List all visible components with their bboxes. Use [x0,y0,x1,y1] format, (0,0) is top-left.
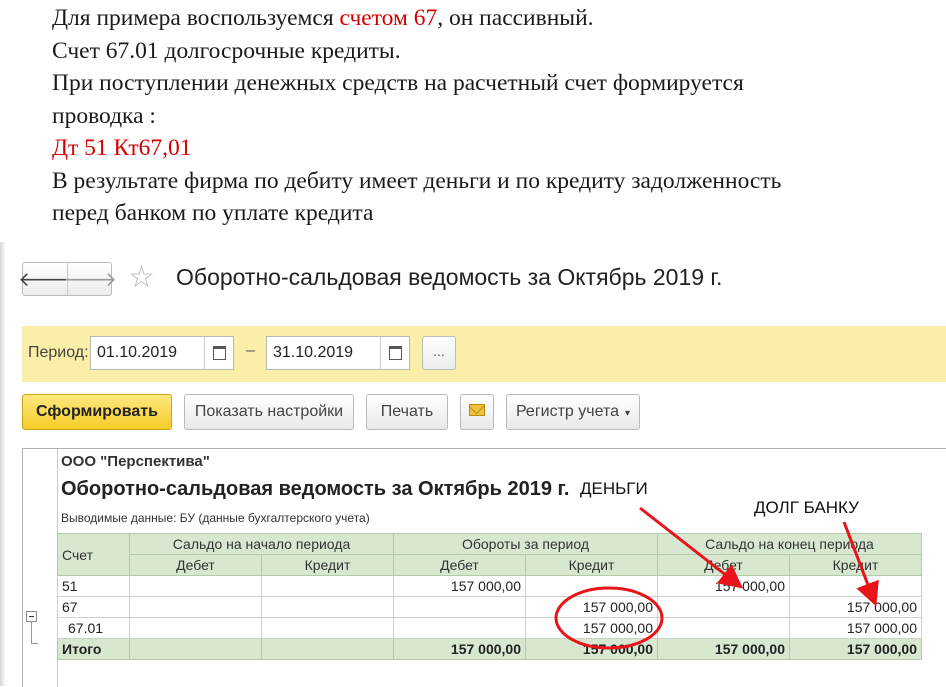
turnover-credit-cell: 157 000,00 [525,596,658,618]
highlight-account-67: счетом 67 [339,5,438,31]
closing-credit-cell [789,575,922,597]
header-opening-debit: Дебет [129,554,262,576]
tree-connector [31,622,38,644]
header-closing-debit: Дебет [657,554,790,576]
header-account: Счет [57,533,130,576]
header-row-2: Дебет Кредит Дебет Кредит Дебет Кредит [58,554,922,576]
period-from-input[interactable]: 01.10.2019 [90,336,234,370]
closing-credit-cell: 157 000,00 [789,596,922,618]
closing-debit-cell [657,596,790,618]
total-opening-debit [129,638,262,660]
turnover-credit-cell: 157 000,00 [525,617,658,639]
organization-name: ООО "Перспектива" [61,453,210,470]
opening-credit-cell [261,617,394,639]
calendar-from-button[interactable] [204,337,233,369]
closing-credit-cell: 157 000,00 [789,617,922,639]
period-dash: – [246,342,255,359]
back-button[interactable]: 🡐 [18,263,72,295]
total-closing-credit: 157 000,00 [789,638,922,660]
period-select-button[interactable]: ... [422,336,456,370]
header-closing-credit: Кредит [789,554,922,576]
slide-text-span: , он пассивный. [437,5,594,31]
account-cell: 67.01 [57,617,130,639]
total-label: Итого [57,638,130,660]
header-turnover-debit: Дебет [393,554,526,576]
bank-debt-annotation: ДОЛГ БАНКУ [754,498,859,517]
report-title: Оборотно-сальдовая ведомость за Октябрь … [61,478,570,500]
slide-line-3: При поступлении денежных средств на расч… [52,70,744,96]
table-row[interactable]: 67.01 157 000,00 157 000,00 [57,617,922,639]
opening-credit-cell [261,575,394,597]
slide-line-2: Счет 67.01 долгосрочные кредиты. [52,37,401,64]
show-settings-button[interactable]: Показать настройки [184,394,354,430]
account-cell: 67 [57,596,130,618]
window-title: Оборотно-сальдовая ведомость за Октябрь … [176,264,723,290]
turnover-credit-cell [525,575,658,597]
report-subtitle: Выводимые данные: БУ (данные бухгалтерск… [61,511,370,525]
slide-line-1: Для примера воспользуемся счетом 67, он … [52,2,932,35]
arrow-right-icon: 🡒 [63,268,117,291]
calendar-to-button[interactable] [380,337,409,369]
slide-text: Для примера воспользуемся счетом 67, он … [52,2,932,230]
money-annotation: ДЕНЬГИ [580,479,648,498]
navigation-buttons: 🡐 🡒 [18,262,117,296]
registry-label: Регистр учета [515,403,620,420]
period-to-value: 31.10.2019 [273,344,354,361]
forward-button[interactable]: 🡒 [63,263,117,295]
closing-debit-cell: 157 000,00 [657,575,790,597]
turnover-debit-cell [393,617,526,639]
report-window: 🡐 🡒 ☆ Оборотно-сальдовая ведомость за Ок… [0,242,946,687]
total-turnover-debit: 157 000,00 [393,638,526,660]
period-from-value: 01.10.2019 [97,344,178,361]
total-closing-debit: 157 000,00 [657,638,790,660]
turnover-debit-cell [393,596,526,618]
header-opening-balance: Сальдо на начало периода [129,533,394,555]
turnover-debit-cell: 157 000,00 [393,575,526,597]
window-edge [0,242,6,686]
total-row[interactable]: Итого 157 000,00 157 000,00 157 000,00 1… [57,638,922,660]
table-row[interactable]: 67 157 000,00 157 000,00 [57,596,922,618]
collapse-icon[interactable] [26,611,37,622]
opening-debit-cell [129,596,262,618]
slide-line-6: В результате фирма по дебиту имеет деньг… [52,167,782,194]
calendar-icon [388,346,402,360]
header-turnover: Обороты за период [393,533,658,555]
accounting-registry-button[interactable]: Регистр учета ▾ [506,394,640,430]
header-opening-credit: Кредит [261,554,394,576]
table-row[interactable]: 51 157 000,00 157 000,00 [57,575,922,597]
generate-button[interactable]: Сформировать [22,394,172,430]
period-bar: Период: 01.10.2019 – 31.10.2019 ... [22,326,946,382]
header-turnover-credit: Кредит [525,554,658,576]
posting-entry: Дт 51 Кт67,01 [52,135,192,161]
report-sheet: ООО "Перспектива" Оборотно-сальдовая вед… [22,448,946,687]
period-label: Период: [28,344,89,361]
calendar-icon [212,346,226,360]
opening-debit-cell [129,617,262,639]
opening-debit-cell [129,575,262,597]
slide-line-4: проводка : [52,102,156,129]
closing-debit-cell [657,617,790,639]
account-cell: 51 [57,575,130,597]
total-opening-credit [261,638,394,660]
envelope-icon [469,404,485,416]
print-button[interactable]: Печать [366,394,448,430]
slide-text-span: Для примера воспользуемся [52,5,340,31]
star-icon[interactable]: ☆ [128,262,155,294]
send-email-button[interactable] [460,394,494,430]
chevron-down-icon: ▾ [625,408,631,419]
row-group-gutter [23,449,58,687]
total-turnover-credit: 157 000,00 [525,638,658,660]
header-row-1: Счет Сальдо на начало периода Обороты за… [57,533,922,576]
turnover-balance-table: Счет Сальдо на начало периода Обороты за… [57,533,922,660]
slide-line-7: перед банком по уплате кредита [52,200,374,226]
header-closing-balance: Сальдо на конец периода [657,533,922,555]
opening-credit-cell [261,596,394,618]
period-to-input[interactable]: 31.10.2019 [266,336,410,370]
